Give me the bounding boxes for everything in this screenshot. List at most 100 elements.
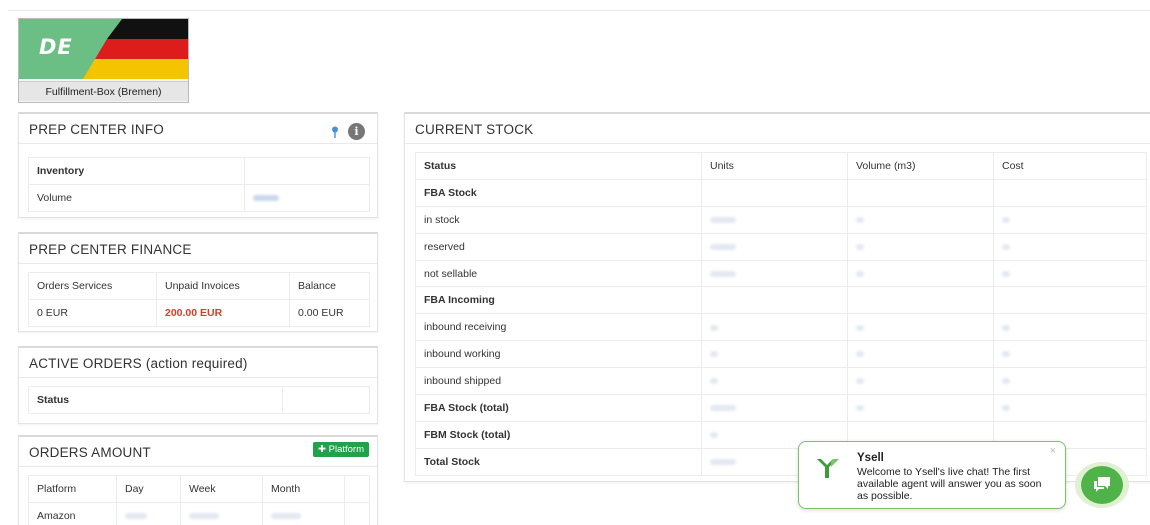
orders-amount-table: Platform Day Week Month Amazon — [28, 475, 370, 525]
top-divider — [8, 10, 1150, 11]
volume-value — [847, 205, 994, 234]
panel-title: CURRENT STOCK — [415, 122, 534, 137]
redacted-value — [1002, 324, 1010, 331]
units-value — [701, 205, 848, 234]
units-value — [701, 259, 848, 288]
redacted-value — [1002, 270, 1010, 277]
orders-amount-panel: ORDERS AMOUNT ✚ Platform Platform Day We… — [18, 435, 378, 525]
country-code: DE — [39, 35, 73, 59]
redacted-value — [1002, 216, 1010, 223]
active-orders-table: Status — [28, 386, 370, 414]
panel-header: PREP CENTER INFO i — [19, 114, 377, 144]
chat-popup[interactable]: Ysell Welcome to Ysell's live chat! The … — [798, 441, 1066, 509]
panel-title: ORDERS AMOUNT — [29, 445, 151, 460]
column-header: Unpaid Invoices — [156, 272, 290, 300]
chat-agent-name: Ysell — [857, 452, 884, 464]
unpaid-invoices-value[interactable]: 200.00 EUR — [156, 299, 290, 327]
redacted-value — [710, 432, 718, 439]
units-value — [701, 340, 848, 369]
redacted-value — [710, 458, 736, 465]
redacted-value — [710, 351, 718, 358]
plus-icon: ✚ — [318, 444, 326, 455]
column-header: Orders Services — [28, 272, 157, 300]
column-header: Volume (m3) — [847, 152, 994, 180]
panel-header: ACTIVE ORDERS (action required) — [19, 348, 377, 378]
inventory-value — [244, 157, 370, 185]
volume-value — [847, 178, 994, 207]
panel-title: PREP CENTER FINANCE — [29, 242, 192, 257]
table-row: FBA Stock — [415, 178, 1147, 207]
add-platform-button[interactable]: ✚ Platform — [313, 442, 369, 457]
redacted-value — [125, 513, 147, 520]
column-header: Balance — [289, 272, 370, 300]
volume-value — [847, 232, 994, 261]
stock-row-label: not sellable — [415, 259, 702, 288]
info-icon[interactable]: i — [348, 123, 365, 140]
stock-row-label: inbound shipped — [415, 367, 702, 396]
prep-center-finance-panel: PREP CENTER FINANCE Orders Services Unpa… — [18, 232, 378, 332]
stock-table-body: FBA Stock in stock reserved not sellable FBA… — [415, 178, 1147, 476]
column-header: Platform — [28, 475, 117, 503]
column-header: Cost — [993, 152, 1147, 180]
redacted-value — [710, 270, 736, 277]
column-header: Month — [262, 475, 345, 503]
platform-name: Amazon — [28, 502, 117, 525]
stock-row-label: inbound receiving — [415, 313, 702, 342]
redacted-value — [189, 513, 219, 520]
redacted-value — [253, 195, 279, 202]
cost-value — [993, 232, 1147, 261]
prep-center-info-panel: PREP CENTER INFO i Inventory Volume — [18, 112, 378, 218]
location-pin-icon[interactable] — [331, 126, 339, 138]
prep-info-table: Inventory Volume — [28, 157, 370, 212]
stock-row-label: inbound working — [415, 340, 702, 369]
stock-row-label: FBA Stock — [415, 178, 702, 207]
active-orders-panel: ACTIVE ORDERS (action required) Status — [18, 346, 378, 424]
finance-table: Orders Services Unpaid Invoices Balance … — [28, 272, 370, 327]
redacted-value — [856, 243, 864, 250]
units-value — [701, 394, 848, 422]
volume-value — [244, 184, 370, 212]
units-value — [701, 178, 848, 207]
country-tile[interactable]: DE Fulfillment-Box (Bremen) — [18, 18, 189, 103]
table-header-row: Status Units Volume (m3) Cost — [415, 152, 1147, 180]
stock-row-label: in stock — [415, 205, 702, 234]
panel-title: PREP CENTER INFO — [29, 122, 164, 137]
redacted-value — [856, 378, 864, 385]
add-platform-label: Platform — [328, 444, 364, 455]
volume-value — [847, 340, 994, 369]
table-row: Inventory — [28, 157, 370, 185]
chat-launcher-button[interactable] — [1075, 462, 1129, 508]
week-value — [180, 502, 263, 525]
day-value — [116, 502, 181, 525]
volume-value — [847, 313, 994, 342]
panel-header: PREP CENTER FINANCE — [19, 234, 377, 264]
redacted-value — [710, 243, 736, 250]
table-row: not sellable — [415, 259, 1147, 288]
country-label[interactable]: Fulfillment-Box (Bremen) — [19, 81, 188, 101]
current-stock-panel: CURRENT STOCK Status Units Volume (m3) C… — [404, 112, 1150, 482]
stock-row-label: FBM Stock (total) — [415, 420, 702, 449]
column-header: Units — [701, 152, 848, 180]
close-icon[interactable]: × — [1050, 445, 1056, 457]
column-header: Status — [28, 386, 283, 414]
redacted-value — [856, 405, 864, 412]
cost-value — [993, 394, 1147, 422]
cost-value — [993, 286, 1147, 315]
stock-row-label: reserved — [415, 232, 702, 261]
volume-label: Volume — [28, 184, 245, 212]
units-value — [701, 313, 848, 342]
table-row: Volume — [28, 184, 370, 212]
redacted-value — [856, 270, 864, 277]
table-row: FBA Stock (total) — [415, 394, 1147, 422]
cost-value — [993, 205, 1147, 234]
units-value — [701, 286, 848, 315]
redacted-value — [1002, 243, 1010, 250]
stock-row-label: FBA Incoming — [415, 286, 702, 315]
table-row: FBA Incoming — [415, 286, 1147, 315]
redacted-value — [1002, 405, 1010, 412]
column-header: Status — [415, 152, 702, 180]
table-header-row: Orders Services Unpaid Invoices Balance — [28, 272, 370, 300]
table-row: reserved — [415, 232, 1147, 261]
redacted-value — [1002, 351, 1010, 358]
balance-value: 0.00 EUR — [289, 299, 370, 327]
